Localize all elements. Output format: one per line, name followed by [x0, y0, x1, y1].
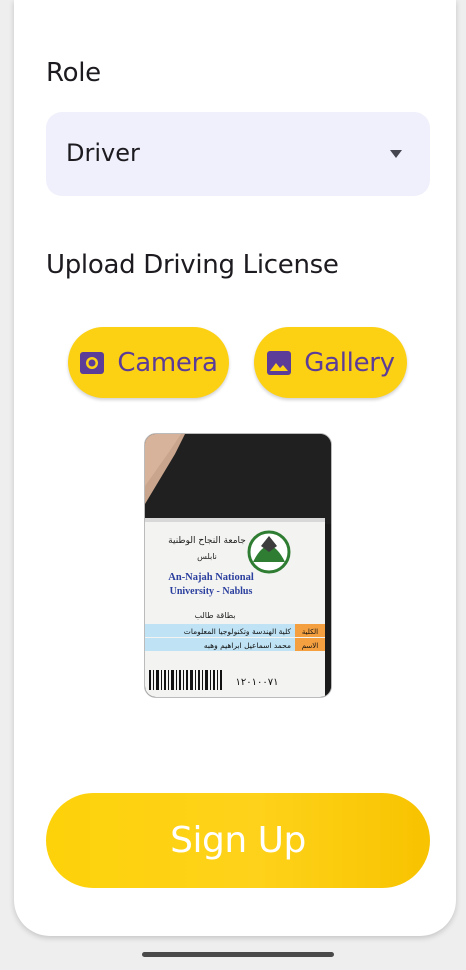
dropdown-arrow-icon	[390, 150, 402, 158]
gallery-button[interactable]: Gallery	[254, 327, 407, 398]
camera-button[interactable]: Camera	[68, 327, 229, 398]
card-university-ar: جامعة النجاح الوطنية	[168, 536, 246, 546]
home-indicator[interactable]	[142, 952, 334, 957]
card-university-en-2: University - Nablus	[170, 586, 253, 597]
sign-up-button[interactable]: Sign Up	[46, 793, 430, 888]
card-type-ar: بطاقة طالب	[195, 611, 236, 620]
card-university-en-1: An-Najah National	[168, 572, 254, 583]
card-faculty-value: كلية الهندسة وتكنولوجيا المعلومات	[184, 627, 292, 636]
card-faculty-label: الكلية	[302, 628, 318, 636]
role-dropdown[interactable]: Driver	[46, 112, 430, 196]
license-preview-image: جامعة النجاح الوطنية نابلس An-Najah Nati…	[144, 433, 332, 698]
card-name-label: الاسم	[302, 642, 319, 650]
role-selected-value: Driver	[66, 139, 140, 167]
sign-up-button-label: Sign Up	[170, 820, 306, 861]
camera-button-label: Camera	[117, 347, 218, 378]
card-city-ar: نابلس	[197, 552, 217, 561]
camera-icon	[79, 350, 105, 376]
role-label: Role	[46, 58, 101, 88]
card-id-number: ١٢٠١٠٠٧١	[236, 677, 279, 688]
image-icon	[266, 350, 292, 376]
screen: Role Driver Upload Driving License Camer…	[0, 0, 466, 970]
gallery-button-label: Gallery	[304, 347, 395, 378]
university-logo	[247, 530, 291, 574]
upload-license-label: Upload Driving License	[46, 250, 339, 280]
card-name-value: محمد اسماعيل ابراهيم وهبه	[204, 641, 291, 650]
